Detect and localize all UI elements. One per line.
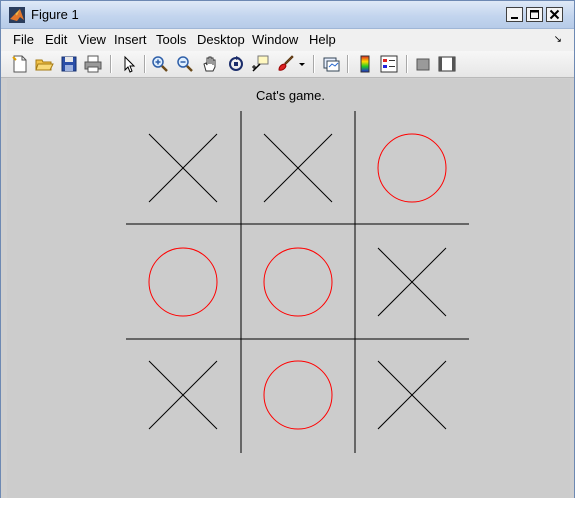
toolbar-separator [110,55,112,73]
x-mark-r3c1 [148,360,218,430]
plot-title: Cat's game. [256,88,325,103]
zoom-out-icon[interactable] [175,54,195,74]
o-mark-r2c1 [148,247,218,317]
toolbar-separator [144,55,146,73]
pan-hand-icon[interactable] [200,54,220,74]
close-button[interactable] [546,7,563,22]
x-mark-r1c2 [263,133,333,203]
figure-toolbar [1,51,574,78]
menu-bar: File Edit View Insert Tools Desktop Wind… [1,29,574,51]
pointer-icon[interactable] [119,54,139,74]
open-file-icon[interactable] [34,54,54,74]
menu-view[interactable]: View [78,32,106,47]
title-bar[interactable]: Figure 1 [1,1,574,29]
maximize-button[interactable] [526,7,543,22]
menu-file[interactable]: File [13,32,34,47]
x-mark-r2c3 [377,247,447,317]
menu-edit[interactable]: Edit [45,32,67,47]
menu-tools[interactable]: Tools [156,32,186,47]
menu-help[interactable]: Help [309,32,336,47]
hide-plot-tools-icon[interactable] [413,54,433,74]
toolbar-separator [347,55,349,73]
brush-dropdown-icon[interactable] [297,54,307,74]
show-plot-tools-icon[interactable] [437,54,457,74]
o-mark-r2c2 [263,247,333,317]
desktop-strip [0,498,575,508]
menu-insert[interactable]: Insert [114,32,147,47]
colorbar-icon[interactable] [355,54,375,74]
figure-canvas[interactable] [7,79,570,499]
zoom-in-icon[interactable] [150,54,170,74]
data-cursor-icon[interactable] [250,54,270,74]
minimize-button[interactable] [506,7,523,22]
brush-icon[interactable] [275,54,295,74]
x-mark-r3c3 [377,360,447,430]
figure-window: Figure 1 File Edit View Insert Tools Des… [0,0,575,504]
window-title: Figure 1 [31,7,79,22]
print-icon[interactable] [83,54,103,74]
legend-icon[interactable] [379,54,399,74]
matlab-logo-icon [9,7,25,23]
menu-dock-arrow-icon[interactable]: ↘ [554,34,562,45]
minimize-icon [511,17,518,19]
new-figure-icon[interactable] [10,54,30,74]
toolbar-separator [313,55,315,73]
rotate-3d-icon[interactable] [226,54,246,74]
menu-window[interactable]: Window [252,32,298,47]
x-mark-r1c1 [148,133,218,203]
toolbar-separator [406,55,408,73]
menu-desktop[interactable]: Desktop [197,32,245,47]
link-plot-icon[interactable] [321,54,341,74]
tic-tac-toe-board[interactable] [7,79,570,499]
maximize-icon [530,10,539,19]
save-icon[interactable] [59,54,79,74]
o-mark-r1c3 [377,133,447,203]
o-mark-r3c2 [263,360,333,430]
close-icon [549,9,560,20]
